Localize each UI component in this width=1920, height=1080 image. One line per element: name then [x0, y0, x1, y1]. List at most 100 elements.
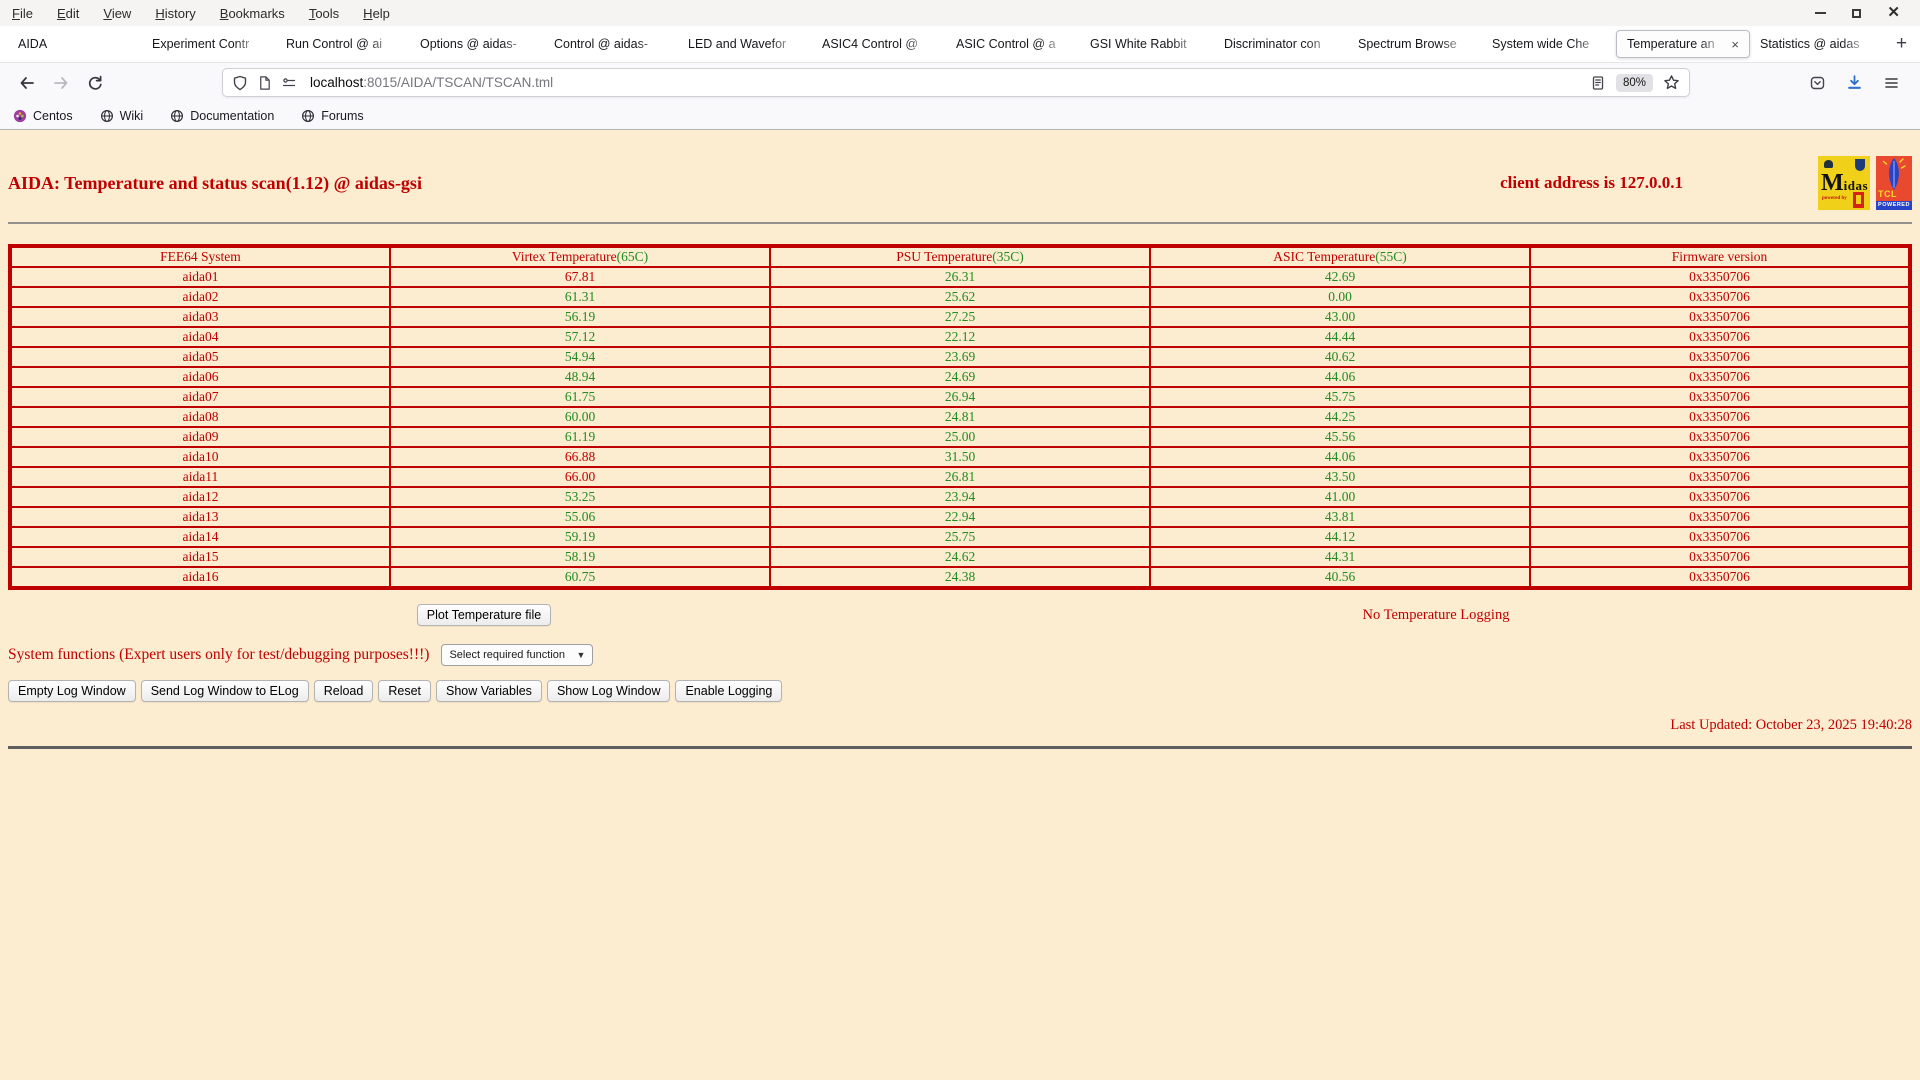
shield-icon[interactable]	[232, 75, 248, 91]
forward-button[interactable]	[44, 75, 78, 91]
menu-view[interactable]: View	[103, 6, 131, 21]
enable-logging-button[interactable]: Enable Logging	[675, 680, 783, 702]
cell-asic-temperature: 43.50	[1149, 466, 1531, 488]
table-row-aida03: aida03 56.19 27.25 43.00 0x3350706	[9, 306, 1911, 328]
send-log-window-to-elog-button[interactable]: Send Log Window to ELog	[140, 680, 309, 702]
menu-history[interactable]: History	[155, 6, 195, 21]
cell-firmware-version: 0x3350706	[1529, 526, 1911, 548]
cell-psu-temperature: 22.94	[769, 506, 1151, 528]
tab-led-and-wavefor[interactable]: LED and Wavefor	[678, 26, 812, 62]
temperature-table: FEE64 System Virtex Temperature(65C) PSU T…	[8, 244, 1912, 590]
tab-label: Spectrum Browse	[1358, 37, 1457, 51]
pocket-icon[interactable]	[1809, 75, 1826, 91]
bookmark-forums[interactable]: Forums	[301, 109, 364, 123]
function-select[interactable]: Select required function ▼	[441, 644, 594, 666]
back-button[interactable]	[10, 75, 44, 91]
cell-virtex-temperature: 57.12	[389, 326, 771, 348]
close-button[interactable]: ✕	[1887, 5, 1900, 20]
tab-label: ASIC4 Control @	[822, 37, 919, 51]
tab-statistics-aidas[interactable]: Statistics @ aidas	[1750, 26, 1884, 62]
show-log-window-button[interactable]: Show Log Window	[546, 680, 671, 702]
cell-virtex-temperature: 54.94	[389, 346, 771, 368]
tab-temperature-an[interactable]: Temperature an ×	[1616, 30, 1750, 58]
bookmark-wiki[interactable]: Wiki	[100, 109, 143, 123]
tab-options-aidas[interactable]: Options @ aidas-	[410, 26, 544, 62]
tab-close-icon[interactable]: ×	[1731, 37, 1739, 52]
cell-firmware-version: 0x3350706	[1529, 546, 1911, 568]
menu-file[interactable]: File	[12, 6, 33, 21]
reader-mode-icon[interactable]	[1590, 75, 1606, 91]
cell-system: aida03	[9, 306, 391, 328]
cell-asic-temperature: 40.62	[1149, 346, 1531, 368]
tab-bar: AIDA Experiment Contr Run Control @ ai Opti…	[0, 26, 1920, 62]
tab-spectrum-browse[interactable]: Spectrum Browse	[1348, 26, 1482, 62]
cell-psu-temperature: 26.94	[769, 386, 1151, 408]
table-row-aida06: aida06 48.94 24.69 44.06 0x3350706	[9, 366, 1911, 388]
url-bar[interactable]: localhost:8015/AIDA/TSCAN/TSCAN.tml 80%	[222, 68, 1690, 97]
cell-firmware-version: 0x3350706	[1529, 406, 1911, 428]
header-divider	[8, 222, 1912, 224]
minimize-button[interactable]	[1815, 12, 1827, 14]
plot-temperature-button[interactable]: Plot Temperature file	[416, 604, 552, 626]
zoom-level-badge[interactable]: 80%	[1615, 73, 1653, 92]
maximize-button[interactable]	[1852, 8, 1862, 18]
bookmark-star-icon[interactable]	[1663, 74, 1680, 91]
cell-firmware-version: 0x3350706	[1529, 346, 1911, 368]
tab-control-aidas[interactable]: Control @ aidas-	[544, 26, 678, 62]
menu-edit[interactable]: Edit	[57, 6, 79, 21]
table-body: aida01 67.81 26.31 42.69 0x3350706 aida02 61.3…	[9, 266, 1911, 589]
cell-virtex-temperature: 59.19	[389, 526, 771, 548]
cell-psu-temperature: 24.62	[769, 546, 1151, 568]
cell-system: aida06	[9, 366, 391, 388]
cell-asic-temperature: 42.69	[1149, 266, 1531, 288]
menu-bar-container: File Edit View History Bookmarks Tools Help ✕	[0, 0, 1920, 26]
cell-asic-temperature: 43.81	[1149, 506, 1531, 528]
menu-bookmarks[interactable]: Bookmarks	[220, 6, 285, 21]
midas-logo[interactable]: Midas powered by	[1818, 156, 1870, 210]
system-functions-label: System functions (Expert users only for …	[8, 646, 430, 663]
tab-label: Run Control @ ai	[286, 37, 383, 51]
tab-gsi-white-rabbit[interactable]: GSI White Rabbit	[1080, 26, 1214, 62]
cell-system: aida09	[9, 426, 391, 448]
url-path: :8015/AIDA/TSCAN/TSCAN.tml	[363, 75, 554, 90]
menu-tools[interactable]: Tools	[309, 6, 339, 21]
new-tab-button[interactable]: +	[1896, 33, 1907, 55]
chevron-down-icon: ▼	[576, 650, 586, 660]
menu-help[interactable]: Help	[363, 6, 390, 21]
cell-psu-temperature: 26.31	[769, 266, 1151, 288]
cell-system: aida15	[9, 546, 391, 568]
cell-asic-temperature: 44.44	[1149, 326, 1531, 348]
bookmark-centos[interactable]: Centos	[13, 109, 73, 123]
tab-discriminator-con[interactable]: Discriminator con	[1214, 26, 1348, 62]
tab-asic-control-a[interactable]: ASIC Control @ a	[946, 26, 1080, 62]
cell-asic-temperature: 44.06	[1149, 446, 1531, 468]
reset-button[interactable]: Reset	[378, 680, 431, 702]
table-row-aida14: aida14 59.19 25.75 44.12 0x3350706	[9, 526, 1911, 548]
toolbar-right-icons	[1809, 74, 1910, 91]
function-select-value: Select required function	[449, 649, 566, 661]
tab-system-wide-che[interactable]: System wide Che	[1482, 26, 1616, 62]
table-header-row: FEE64 System Virtex Temperature(65C) PSU T…	[9, 245, 1911, 268]
tab-run-control-ai[interactable]: Run Control @ ai	[276, 26, 410, 62]
site-permissions-icon[interactable]	[281, 75, 297, 91]
cell-system: aida08	[9, 406, 391, 428]
cell-virtex-temperature: 53.25	[389, 486, 771, 508]
page-info-icon[interactable]	[257, 75, 272, 91]
reload-button[interactable]: Reload	[313, 680, 374, 702]
tcl-powered-logo[interactable]: TCL POWERED	[1876, 156, 1912, 210]
cell-psu-temperature: 27.25	[769, 306, 1151, 328]
table-row-aida07: aida07 61.75 26.94 45.75 0x3350706	[9, 386, 1911, 408]
show-variables-button[interactable]: Show Variables	[436, 680, 542, 702]
tab-label: Discriminator con	[1224, 37, 1321, 51]
tab-asic4-control[interactable]: ASIC4 Control @	[812, 26, 946, 62]
tab-experiment-contr[interactable]: Experiment Contr	[142, 26, 276, 62]
download-icon[interactable]	[1846, 74, 1863, 91]
reload-button[interactable]	[78, 75, 112, 91]
cell-psu-temperature: 23.94	[769, 486, 1151, 508]
cell-virtex-temperature: 61.75	[389, 386, 771, 408]
bookmark-documentation[interactable]: Documentation	[170, 109, 274, 123]
empty-log-window-button[interactable]: Empty Log Window	[8, 680, 136, 702]
menu-icon[interactable]	[1883, 75, 1900, 91]
tab-aida[interactable]: AIDA	[8, 26, 142, 62]
cell-virtex-temperature: 66.88	[389, 446, 771, 468]
